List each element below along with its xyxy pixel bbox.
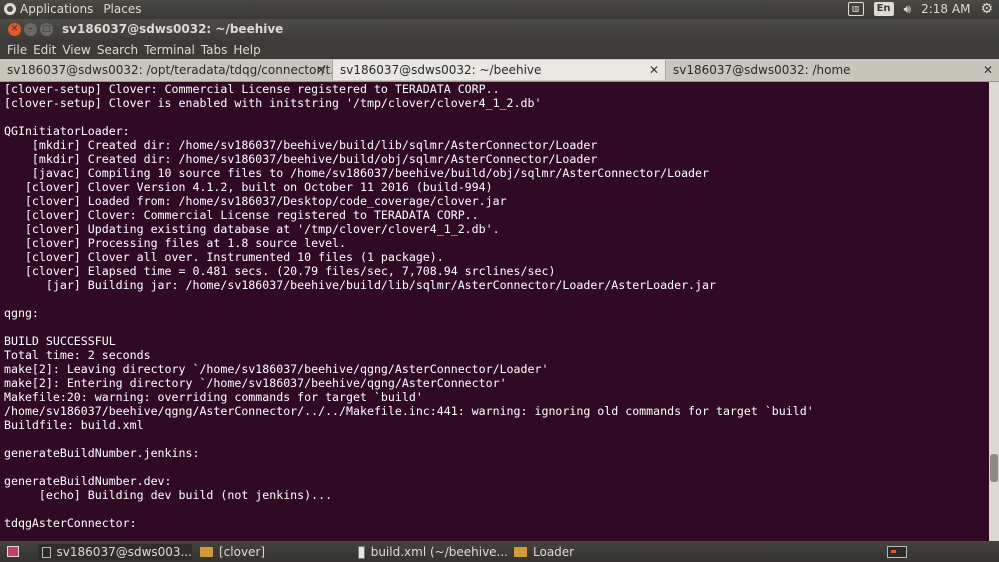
terminal-icon — [42, 546, 51, 558]
taskbar-label: sv186037@sdws003... — [56, 545, 192, 559]
menubar: File Edit View Search Terminal Tabs Help — [0, 41, 999, 59]
tab-label: sv186037@sdws0032: ~/beehive — [340, 63, 542, 77]
language-indicator[interactable]: En — [873, 2, 894, 16]
taskbar-item-clover[interactable]: [clover] — [200, 544, 350, 560]
tab-close-icon[interactable]: ✕ — [316, 60, 326, 80]
bottom-panel: sv186037@sdws003... [clover] build.xml (… — [0, 541, 999, 562]
places-menu[interactable]: Places — [103, 2, 141, 16]
terminal-text: [clover-setup] Clover: Commercial Licens… — [4, 82, 814, 530]
window-title: sv186037@sdws0032: ~/beehive — [62, 22, 284, 36]
menu-search[interactable]: Search — [94, 41, 141, 59]
taskbar-label: build.xml (~/beehive... — [370, 545, 508, 559]
minimize-window-button[interactable]: – — [24, 23, 37, 36]
tab-label: sv186037@sdws0032: /opt/teradata/tdqg/co… — [7, 63, 333, 77]
folder-icon — [514, 547, 527, 557]
scrollbar-thumb[interactable] — [990, 454, 998, 482]
menu-terminal[interactable]: Terminal — [141, 41, 198, 59]
menu-tabs[interactable]: Tabs — [198, 41, 231, 59]
taskbar-item-buildxml[interactable]: build.xml (~/beehive... — [358, 544, 508, 560]
tab-bar: sv186037@sdws0032: /opt/teradata/tdqg/co… — [0, 59, 999, 82]
tab-home[interactable]: sv186037@sdws0032: /home ✕ — [666, 60, 999, 80]
tab-connector[interactable]: sv186037@sdws0032: /opt/teradata/tdqg/co… — [0, 60, 333, 80]
top-panel: Applications Places ▥ En 🔊︎ 2:18 AM ⚙ — [0, 0, 999, 19]
taskbar-label: [clover] — [219, 545, 266, 559]
menu-help[interactable]: Help — [230, 41, 263, 59]
file-icon — [358, 545, 365, 559]
tab-label: sv186037@sdws0032: /home — [673, 63, 851, 77]
keyboard-icon[interactable]: ▥ — [847, 2, 864, 16]
taskbar-item-terminal[interactable]: sv186037@sdws003... — [38, 544, 192, 560]
terminal-scrollbar[interactable] — [989, 82, 999, 541]
clock[interactable]: 2:18 AM — [921, 2, 970, 16]
tab-close-icon[interactable]: ✕ — [649, 60, 659, 80]
applications-menu[interactable]: Applications — [4, 2, 93, 16]
terminal-output-area[interactable]: [clover-setup] Clover: Commercial Licens… — [0, 82, 989, 541]
maximize-window-button[interactable]: □ — [40, 23, 53, 36]
tab-beehive[interactable]: sv186037@sdws0032: ~/beehive ✕ — [333, 60, 666, 80]
taskbar-label: Loader — [533, 545, 575, 559]
menu-edit[interactable]: Edit — [30, 41, 59, 59]
volume-icon[interactable]: 🔊︎ — [904, 2, 912, 17]
folder-icon — [200, 547, 213, 557]
system-gear-icon[interactable]: ⚙ — [980, 1, 993, 17]
menu-view[interactable]: View — [59, 41, 93, 59]
gnome-foot-icon — [4, 3, 16, 15]
tab-close-icon[interactable]: ✕ — [983, 60, 993, 80]
close-window-button[interactable]: ✕ — [8, 23, 21, 36]
show-desktop-icon[interactable] — [7, 546, 19, 557]
menu-file[interactable]: File — [4, 41, 30, 59]
workspace-switcher-icon[interactable] — [887, 546, 907, 558]
taskbar-item-loader[interactable]: Loader — [514, 544, 664, 560]
window-titlebar[interactable]: ✕ – □ sv186037@sdws0032: ~/beehive — [0, 19, 999, 41]
applications-label: Applications — [20, 2, 94, 16]
